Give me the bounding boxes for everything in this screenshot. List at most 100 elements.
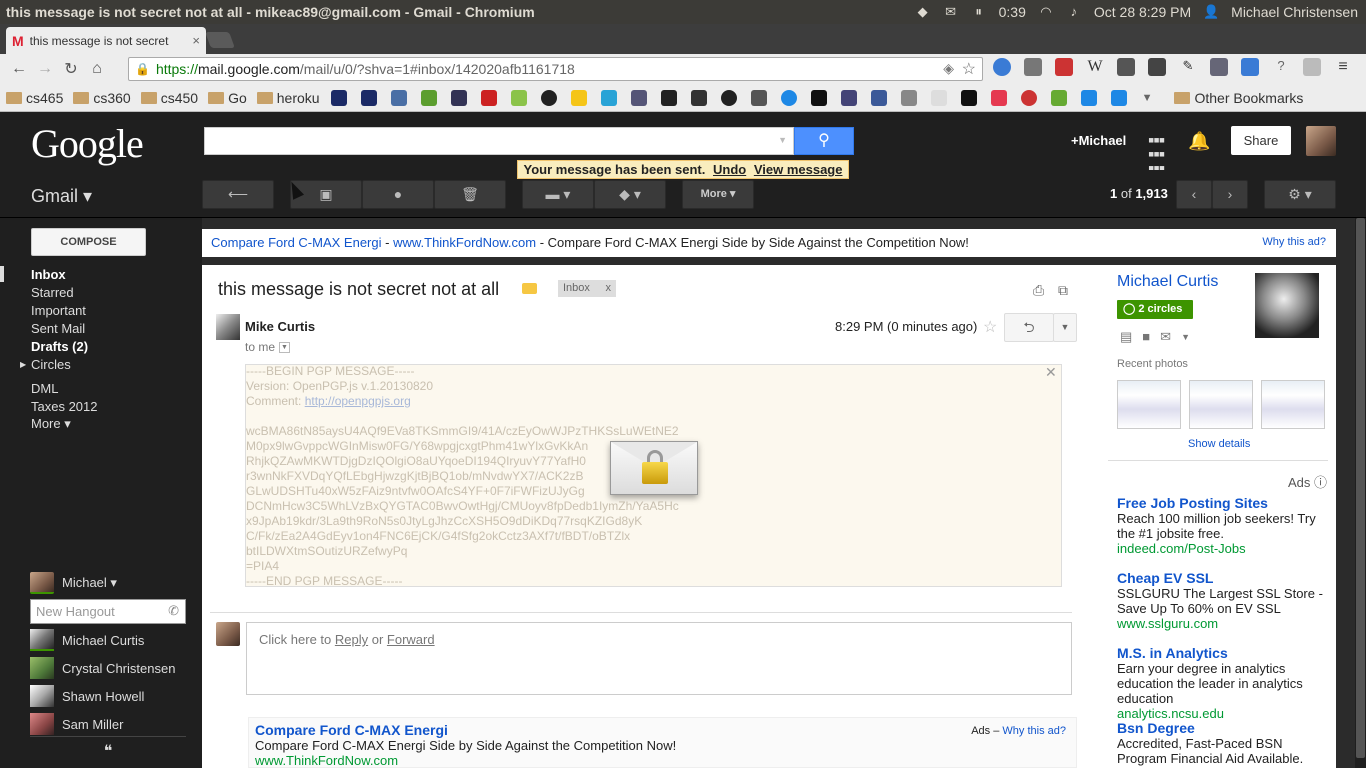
bookmark-icon-13[interactable] (690, 89, 707, 106)
sender-name[interactable]: Mike Curtis (245, 319, 315, 334)
ext-icon-8[interactable] (1210, 58, 1228, 76)
show-details-icon[interactable]: ▼ (279, 342, 291, 354)
calendar-icon[interactable] (1241, 58, 1259, 76)
more-options-button[interactable]: ▼ (1053, 313, 1077, 342)
search-options-icon[interactable]: ▼ (778, 135, 787, 145)
contact-michael-curtis[interactable]: Michael Curtis (30, 629, 144, 651)
side-ad-title[interactable]: M.S. in Analytics (1117, 646, 1327, 661)
bookmark-icon-15[interactable] (750, 89, 767, 106)
chevron-down-icon[interactable]: ▼ (1181, 329, 1190, 345)
nav-drafts[interactable]: Drafts (2) (31, 339, 88, 354)
bookmark-icon-12[interactable] (660, 89, 677, 106)
older-button[interactable]: › (1212, 180, 1248, 209)
github-icon-2[interactable] (720, 89, 737, 106)
google-logo[interactable]: Google (31, 120, 144, 167)
apps-grid-icon[interactable]: ▪▪▪ ▪▪▪ ▪▪▪ (1148, 131, 1165, 177)
bookmark-folder-cs360[interactable]: cs360 (73, 90, 131, 106)
bookmark-icon-17[interactable] (810, 89, 827, 106)
nav-more[interactable]: More ▾ (31, 416, 71, 432)
more-actions-button[interactable]: More ▾ (682, 180, 754, 209)
recent-photo-1[interactable] (1117, 380, 1181, 429)
bookmark-folder-heroku[interactable]: heroku (256, 90, 320, 106)
mail-icon[interactable]: ✉ (943, 5, 959, 19)
back-to-inbox-button[interactable]: ⟵ (202, 180, 274, 209)
nav-taxes-2012[interactable]: Taxes 2012 (31, 399, 98, 414)
reload-icon[interactable]: ↻ (58, 59, 84, 79)
bookmark-icon-5[interactable] (450, 89, 467, 106)
nav-inbox[interactable]: Inbox (31, 267, 66, 282)
bookmark-star-icon[interactable]: ☆ (962, 59, 976, 79)
compose-button[interactable]: COMPOSE (31, 228, 146, 256)
nav-sent-mail[interactable]: Sent Mail (31, 321, 85, 336)
delete-button[interactable]: 🗑 (434, 180, 506, 209)
recent-photo-2[interactable] (1189, 380, 1253, 429)
phone-icon[interactable]: ✆ (168, 603, 179, 619)
android-icon[interactable] (510, 89, 527, 106)
new-tab-button[interactable] (205, 32, 235, 48)
bookmark-icon-6[interactable] (480, 89, 497, 106)
facebook-icon[interactable] (870, 89, 887, 106)
inbox-label-chip[interactable]: Inbox x (558, 280, 616, 297)
contact-crystal-christensen[interactable]: Crystal Christensen (30, 657, 175, 679)
settings-button[interactable]: ⚙ ▾ (1264, 180, 1336, 209)
other-bookmarks[interactable]: Other Bookmarks (1174, 90, 1303, 106)
help-icon[interactable]: ? (1272, 58, 1290, 76)
top-ad-url[interactable]: www.ThinkFordNow.com (393, 235, 536, 250)
contact-name[interactable]: Michael Curtis (1117, 273, 1218, 291)
ext-icon-5[interactable] (1117, 58, 1135, 76)
new-hangout-input[interactable]: New Hangout ✆ (30, 599, 186, 624)
bookmark-icon-1[interactable] (330, 89, 347, 106)
circles-button[interactable]: ◯ 2 circles (1117, 300, 1193, 319)
tab-close-button[interactable]: × (192, 33, 200, 48)
forward-icon[interactable]: → (32, 60, 58, 78)
wikipedia-icon[interactable]: W (1086, 58, 1104, 76)
email-icon[interactable]: ✉ (1160, 329, 1171, 345)
openpgpjs-link[interactable]: http://openpgpjs.org (305, 394, 411, 408)
wifi-icon[interactable]: ◠ (1038, 5, 1054, 19)
contact-shawn-howell[interactable]: Shawn Howell (30, 685, 144, 707)
bookmark-icon-18[interactable] (840, 89, 857, 106)
search-input[interactable]: ▼ (204, 127, 794, 155)
os-user[interactable]: Michael Christensen (1231, 4, 1358, 20)
report-spam-button[interactable]: ● (362, 180, 434, 209)
top-ad-why-link[interactable]: Why this ad? (1262, 236, 1326, 248)
chat-icon[interactable]: ▤ (1120, 329, 1132, 345)
pocket-ext-icon[interactable] (1024, 58, 1042, 76)
bookmark-icon-21[interactable] (930, 89, 947, 106)
remove-label-button[interactable]: x (606, 282, 612, 295)
move-to-button[interactable]: ▬ ▾ (522, 180, 594, 209)
bookmark-icon-2[interactable] (360, 89, 377, 106)
bookmarks-overflow-icon[interactable]: ▼ (1142, 92, 1153, 104)
home-icon[interactable]: ⌂ (84, 60, 110, 78)
bookmark-folder-cs465[interactable]: cs465 (6, 90, 63, 106)
expand-circles-icon[interactable]: ▶ (20, 360, 26, 369)
newer-button[interactable]: ‹ (1176, 180, 1212, 209)
bottom-ad-why-link[interactable]: Why this ad? (1002, 725, 1066, 737)
side-ad-title[interactable]: Bsn Degree (1117, 721, 1327, 736)
show-details-link[interactable]: Show details (1188, 438, 1250, 450)
new-window-icon[interactable]: ⧉ (1058, 282, 1068, 299)
nav-circles[interactable]: Circles (31, 357, 71, 372)
battery-icon[interactable]: ⏸ (971, 5, 987, 19)
pen-icon[interactable]: ✎ (1179, 58, 1197, 76)
labels-button[interactable]: ◆ ▾ (594, 180, 666, 209)
skype-icon[interactable] (993, 58, 1011, 76)
side-ad-url[interactable]: www.sslguru.com (1117, 616, 1327, 631)
top-ad-title[interactable]: Compare Ford C-MAX Energi (211, 235, 382, 250)
video-icon[interactable]: ■ (1142, 329, 1150, 345)
account-avatar[interactable] (1306, 126, 1336, 156)
side-ad-url[interactable]: indeed.com/Post-Jobs (1117, 541, 1327, 556)
page-scrollbar[interactable] (1355, 218, 1366, 768)
volume-icon[interactable]: ♪ (1066, 5, 1082, 19)
side-ad-title[interactable]: Cheap EV SSL (1117, 571, 1327, 586)
side-ad-url[interactable]: analytics.ncsu.edu (1117, 706, 1327, 721)
pocket-icon[interactable] (990, 89, 1007, 106)
bookmark-icon-3[interactable] (390, 89, 407, 106)
reply-link[interactable]: Reply (335, 632, 368, 647)
bookmark-icon-25[interactable] (1050, 89, 1067, 106)
recent-photo-3[interactable] (1261, 380, 1325, 429)
bookmark-icon-10[interactable] (600, 89, 617, 106)
dropbox-icon[interactable]: ◆ (915, 5, 931, 19)
undo-link[interactable]: Undo (713, 162, 746, 177)
gmail-menu[interactable]: Gmail ▾ (31, 186, 92, 207)
